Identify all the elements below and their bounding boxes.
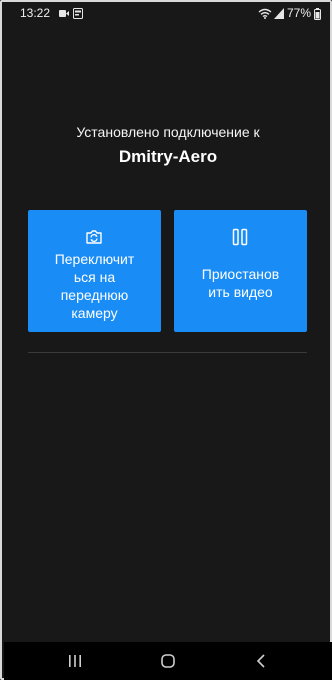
video-camera-icon bbox=[59, 10, 69, 17]
divider bbox=[28, 352, 307, 353]
back-icon[interactable] bbox=[256, 654, 268, 668]
pause-icon bbox=[232, 228, 248, 246]
switch-camera-label-line: Переключит bbox=[54, 251, 135, 267]
wifi-icon bbox=[258, 8, 272, 19]
battery-icon bbox=[314, 8, 321, 20]
notification-icon bbox=[73, 8, 83, 19]
status-bar: 13:22 77% bbox=[4, 4, 332, 24]
switch-camera-label: Переключит ься на переднюю камеру bbox=[36, 250, 153, 322]
switch-camera-icon bbox=[86, 230, 102, 244]
pause-video-label: Приостанов ить видео bbox=[182, 265, 299, 301]
recents-icon[interactable] bbox=[68, 654, 82, 668]
navigation-bar bbox=[4, 642, 332, 680]
switch-camera-label-line: переднюю bbox=[60, 287, 129, 303]
pause-video-label-line: ить видео bbox=[208, 284, 273, 300]
home-icon[interactable] bbox=[161, 654, 175, 668]
pause-video-label-line: Приостанов bbox=[201, 266, 280, 282]
status-time: 13:22 bbox=[20, 6, 51, 20]
switch-camera-label-line: ься на bbox=[73, 269, 116, 285]
app-screen: 13:22 77% Установлено подключение к Dmit… bbox=[0, 0, 332, 680]
connection-status-text: Установлено подключение к bbox=[76, 124, 260, 140]
signal-icon bbox=[274, 8, 284, 19]
pause-video-button[interactable]: Приостанов ить видео bbox=[174, 210, 307, 332]
battery-percentage: 77% bbox=[287, 6, 312, 20]
switch-camera-button[interactable]: Переключит ься на переднюю камеру bbox=[28, 210, 161, 332]
switch-camera-label-line: камеру bbox=[71, 305, 118, 321]
device-name: Dmitry-Aero bbox=[118, 147, 218, 166]
